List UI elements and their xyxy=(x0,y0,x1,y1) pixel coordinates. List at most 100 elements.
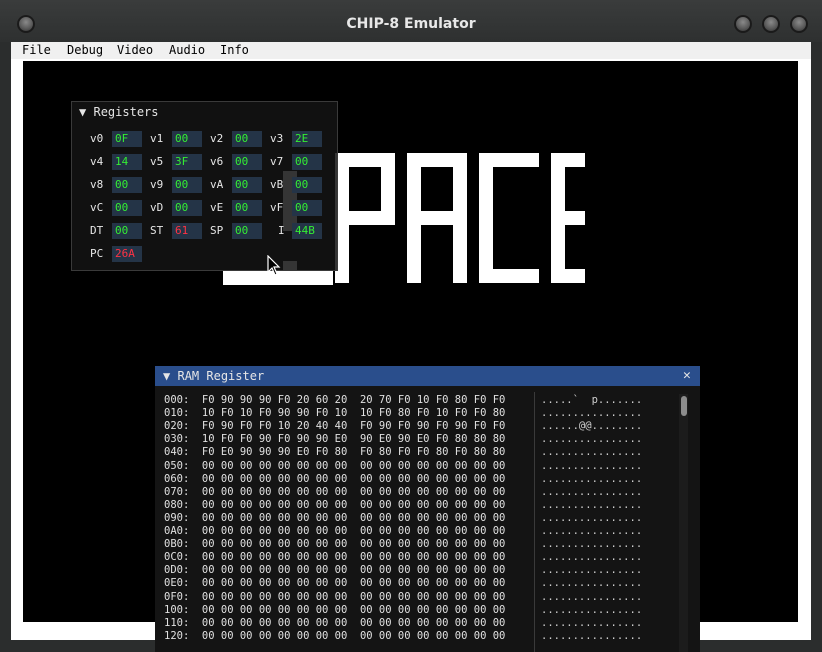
ram-row: 010: 10 F0 10 F0 90 90 F0 10 10 F0 80 F0… xyxy=(164,407,506,420)
register-value-v5: 3F xyxy=(172,154,202,170)
register-value-v4: 14 xyxy=(112,154,142,170)
register-label-v3: v3 xyxy=(270,132,284,145)
ram-title-label: RAM Register xyxy=(177,369,265,383)
register-label-v1: v1 xyxy=(150,132,164,145)
ram-row: 0C0: 00 00 00 00 00 00 00 00 00 00 00 00… xyxy=(164,551,506,564)
ram-ascii-row: ................ xyxy=(541,590,643,603)
ram-ascii-row: ................ xyxy=(541,616,643,629)
display-pixel xyxy=(551,153,585,167)
ram-ascii-row: ................ xyxy=(541,603,643,616)
register-value-i: 44B xyxy=(292,223,322,239)
ram-register-panel[interactable]: ▼ RAM Register ✕ 000: F0 90 90 90 F0 20 … xyxy=(155,366,700,652)
ram-panel-title[interactable]: ▼ RAM Register xyxy=(163,369,264,383)
ram-row: 0D0: 00 00 00 00 00 00 00 00 00 00 00 00… xyxy=(164,564,506,577)
menu-video[interactable]: Video xyxy=(117,43,153,57)
register-label-vf: vF xyxy=(270,201,284,214)
register-label-i: I xyxy=(278,224,285,237)
ram-row: 0E0: 00 00 00 00 00 00 00 00 00 00 00 00… xyxy=(164,577,506,590)
ram-row: 050: 00 00 00 00 00 00 00 00 00 00 00 00… xyxy=(164,459,506,472)
register-value-v9: 00 xyxy=(172,177,202,193)
close-window-button[interactable] xyxy=(790,15,808,33)
register-label-v4: v4 xyxy=(90,155,104,168)
register-label-vc: vC xyxy=(90,201,104,214)
ram-scrollbar-thumb[interactable] xyxy=(681,396,687,416)
mouse-cursor-icon xyxy=(267,255,281,276)
register-value-v7: 00 xyxy=(292,154,322,170)
ram-row: 090: 00 00 00 00 00 00 00 00 00 00 00 00… xyxy=(164,511,506,524)
register-value-v6: 00 xyxy=(232,154,262,170)
register-value-vd: 00 xyxy=(172,200,202,216)
display-pixel xyxy=(479,153,493,283)
register-value-sp: 00 xyxy=(232,223,262,239)
register-label-v7: v7 xyxy=(270,155,284,168)
window-menu-button[interactable] xyxy=(17,15,35,33)
triangle-down-icon[interactable]: ▼ xyxy=(163,369,170,383)
emulator-window: CHIP-8 Emulator File Debug Video Audio I… xyxy=(0,0,822,652)
ram-ascii-row: ................ xyxy=(541,629,643,642)
menu-bar: File Debug Video Audio Info xyxy=(11,42,811,59)
register-value-pc: 26A xyxy=(112,246,142,262)
ram-ascii-row: ................ xyxy=(541,485,643,498)
register-label-va: vA xyxy=(210,178,224,191)
menu-info[interactable]: Info xyxy=(220,43,249,57)
ram-ascii-row: ................ xyxy=(541,551,643,564)
menu-debug[interactable]: Debug xyxy=(67,43,103,57)
registers-title-label: Registers xyxy=(93,105,159,119)
ram-row: 120: 00 00 00 00 00 00 00 00 00 00 00 00… xyxy=(164,629,506,642)
register-value-va: 00 xyxy=(232,177,262,193)
menu-file[interactable]: File xyxy=(22,43,51,57)
display-pixel xyxy=(479,269,539,283)
ram-panel-header[interactable]: ▼ RAM Register ✕ xyxy=(155,366,700,386)
register-label-dt: DT xyxy=(90,224,104,237)
ram-ascii-row: ................ xyxy=(541,407,643,420)
display-pixel xyxy=(479,153,539,167)
window-title: CHIP-8 Emulator xyxy=(346,16,476,32)
ram-ascii-row: ................ xyxy=(541,459,643,472)
ram-ascii-row: ................ xyxy=(541,446,643,459)
ram-row: 110: 00 00 00 00 00 00 00 00 00 00 00 00… xyxy=(164,616,506,629)
ram-row: 080: 00 00 00 00 00 00 00 00 00 00 00 00… xyxy=(164,498,506,511)
ram-row: 000: F0 90 90 90 F0 20 60 20 20 70 F0 10… xyxy=(164,394,506,406)
display-pixel xyxy=(551,211,585,225)
ram-scrollbar[interactable] xyxy=(679,394,688,652)
ram-ascii-row: ................ xyxy=(541,538,643,551)
ram-row: 100: 00 00 00 00 00 00 00 00 00 00 00 00… xyxy=(164,603,506,616)
register-label-vb: vB xyxy=(270,178,284,191)
register-value-v1: 00 xyxy=(172,131,202,147)
register-label-vd: vD xyxy=(150,201,164,214)
register-label-st: ST xyxy=(150,224,164,237)
register-value-vc: 00 xyxy=(112,200,142,216)
register-value-v8: 00 xyxy=(112,177,142,193)
register-label-v9: v9 xyxy=(150,178,164,191)
register-value-v0: 0F xyxy=(112,131,142,147)
ram-ascii-row: ................ xyxy=(541,577,643,590)
register-value-dt: 00 xyxy=(112,223,142,239)
register-label-v2: v2 xyxy=(210,132,224,145)
register-label-ve: vE xyxy=(210,201,224,214)
ram-ascii-row: ................ xyxy=(541,498,643,511)
registers-panel[interactable]: ▼ Registers v0 0F v1 00 v2 00 v3 2E v4 14 v5 3F v6 00… xyxy=(71,101,338,271)
maximize-button[interactable] xyxy=(762,15,780,33)
ram-ascii-row: ................ xyxy=(541,433,643,446)
ram-ascii-row: ................ xyxy=(541,525,643,537)
ram-row: 0B0: 00 00 00 00 00 00 00 00 00 00 00 00… xyxy=(164,538,506,551)
ram-row: 040: F0 E0 90 90 90 E0 F0 80 F0 80 F0 F0… xyxy=(164,446,506,459)
title-bar[interactable]: CHIP-8 Emulator xyxy=(0,0,822,42)
display-pixel xyxy=(407,211,467,225)
ram-row: 070: 00 00 00 00 00 00 00 00 00 00 00 00… xyxy=(164,485,506,498)
ram-row: 060: 00 00 00 00 00 00 00 00 00 00 00 00… xyxy=(164,472,506,485)
register-value-v2: 00 xyxy=(232,131,262,147)
display-pixel xyxy=(551,269,585,283)
register-label-v6: v6 xyxy=(210,155,224,168)
register-label-v0: v0 xyxy=(90,132,104,145)
close-icon[interactable]: ✕ xyxy=(683,368,691,383)
register-label-pc: PC xyxy=(90,247,104,260)
minimize-button[interactable] xyxy=(734,15,752,33)
register-value-ve: 00 xyxy=(232,200,262,216)
display-pixel xyxy=(335,211,395,225)
menu-audio[interactable]: Audio xyxy=(169,43,205,57)
ram-ascii-row: ................ xyxy=(541,472,643,485)
registers-panel-title[interactable]: ▼ Registers xyxy=(79,105,159,119)
triangle-down-icon[interactable]: ▼ xyxy=(79,105,86,119)
ram-row: 0F0: 00 00 00 00 00 00 00 00 00 00 00 00… xyxy=(164,590,506,603)
